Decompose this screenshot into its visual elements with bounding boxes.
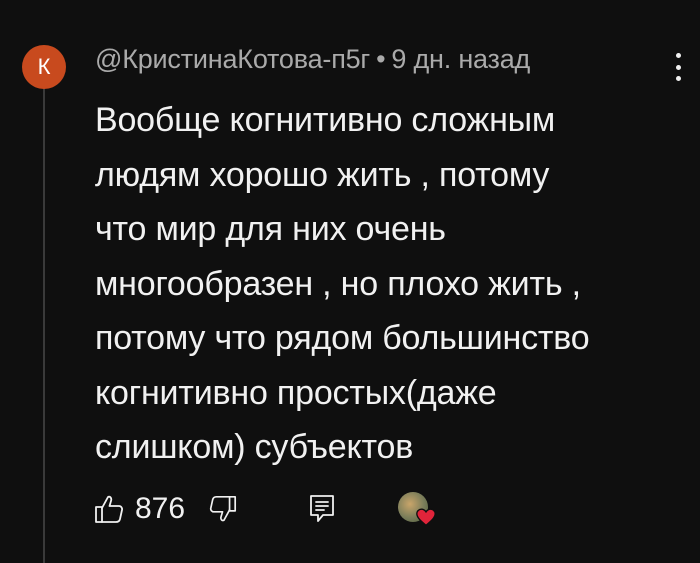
like-count: 876 — [135, 492, 186, 525]
kebab-dot — [675, 53, 681, 58]
comment-time[interactable]: 9 дн. назад — [391, 44, 530, 74]
comment-meta: @КристинаКотова-п5г • 9 дн. назад — [95, 44, 530, 75]
avatar[interactable]: К — [22, 45, 66, 89]
creator-avatar — [398, 492, 436, 527]
kebab-dot — [675, 64, 681, 70]
thumbs-up-icon — [95, 495, 123, 523]
comment-actions: 876 — [93, 487, 453, 531]
creator-heart-badge — [398, 487, 436, 531]
meta-separator: • — [376, 44, 386, 74]
kebab-dot — [675, 76, 681, 81]
reply-icon — [310, 495, 334, 522]
more-options-icon[interactable] — [666, 50, 690, 84]
thumbs-down-icon — [209, 495, 237, 522]
reply-button[interactable] — [308, 487, 336, 531]
thread-line — [43, 86, 45, 563]
comment-text: Вообще когнитивно сложным людям хорошо ж… — [95, 101, 590, 466]
author-handle[interactable]: @КристинаКотова-п5г — [95, 44, 370, 74]
creator-heart-icon — [416, 508, 436, 527]
dislike-button[interactable] — [208, 487, 238, 531]
avatar-letter: К — [37, 54, 51, 79]
like-button[interactable] — [93, 487, 125, 531]
